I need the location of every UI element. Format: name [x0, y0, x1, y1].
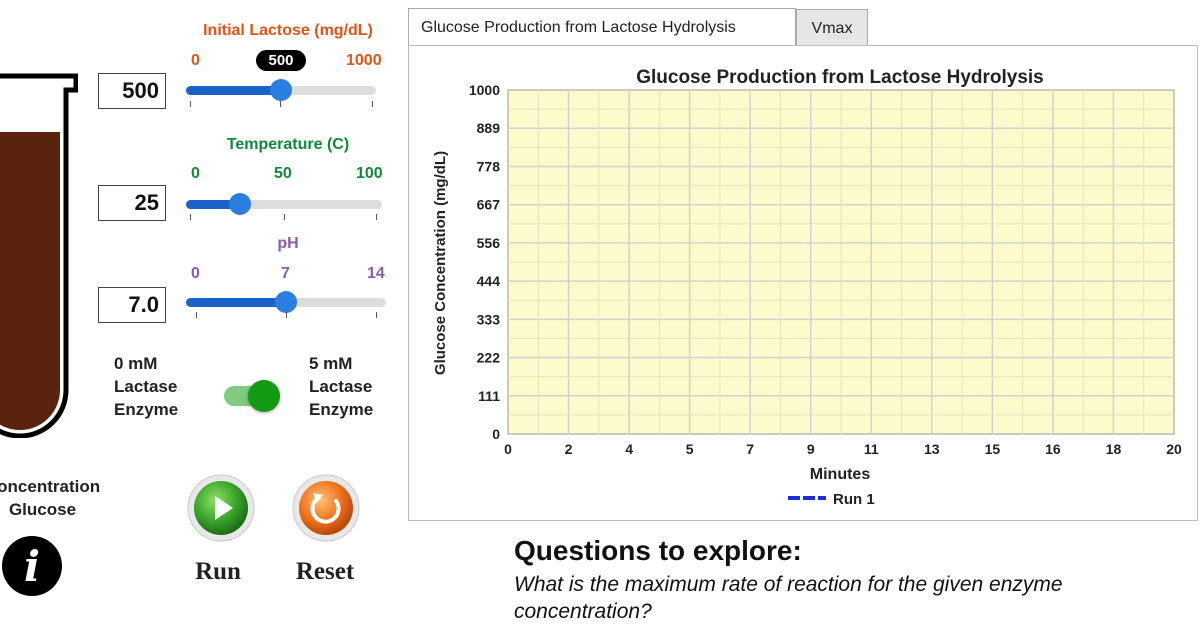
reset-button[interactable] — [291, 473, 361, 543]
lactose-tick — [280, 101, 281, 107]
y-tick-label: 333 — [477, 311, 501, 327]
y-axis-ticks: 0 111 222 333 444 556 667 778 889 1000 — [469, 82, 500, 442]
y-tick-label: 0 — [492, 426, 500, 442]
lactose-tick — [372, 101, 373, 107]
ph-tick — [286, 312, 287, 318]
chart-title: Glucose Production from Lactose Hydrolys… — [636, 67, 1044, 88]
questions-title: Questions to explore: — [514, 535, 802, 566]
temperature-slider-thumb[interactable] — [229, 193, 251, 215]
x-tick-label: 9 — [807, 441, 815, 457]
y-tick-label: 111 — [478, 388, 500, 404]
glucose-chart: Glucose Production from Lactose Hydrolys… — [432, 67, 1182, 508]
temperature-slider-title: Temperature (C) — [226, 136, 350, 153]
toggle-right-label: 5 mM Lactase Enzyme — [309, 352, 373, 421]
toggle-left-line1: 0 mM — [114, 354, 158, 373]
lactose-tick — [190, 101, 191, 107]
enzyme-toggle-knob[interactable] — [248, 380, 280, 412]
ph-slider-fill — [186, 298, 286, 307]
x-tick-label: 4 — [625, 441, 633, 457]
x-tick-label: 5 — [686, 441, 694, 457]
temperature-tick — [190, 214, 191, 220]
temperature-min-label: 0 — [191, 165, 200, 182]
run-label[interactable]: Run — [168, 558, 268, 586]
y-tick-label: 556 — [477, 235, 501, 251]
x-tick-label: 0 — [504, 441, 512, 457]
toggle-left-line3: Enzyme — [114, 400, 179, 419]
lactose-min-label: 0 — [191, 52, 200, 69]
toggle-left-label: 0 mM Lactase Enzyme — [114, 352, 178, 421]
x-tick-label: 2 — [565, 441, 573, 457]
lactose-value-input[interactable]: 500 — [98, 73, 166, 109]
tube-label-line1: Concentration — [0, 477, 101, 496]
y-tick-label: 667 — [477, 197, 501, 213]
test-tube — [0, 73, 78, 438]
tab-vmax[interactable]: Vmax — [796, 9, 868, 47]
ph-slider-thumb[interactable] — [275, 291, 297, 313]
y-tick-label: 889 — [477, 120, 501, 136]
x-axis-label: Minutes — [810, 466, 871, 483]
y-tick-label: 778 — [477, 158, 501, 174]
tube-label-line2: Glucose — [8, 500, 77, 519]
ph-mid-label: 7 — [281, 265, 290, 282]
run-button[interactable] — [186, 473, 256, 543]
temperature-value-input[interactable]: 25 — [98, 185, 166, 221]
legend-label-run-1: Run 1 — [833, 491, 875, 508]
temperature-tick — [376, 214, 377, 220]
legend: Run 1 — [788, 491, 875, 508]
ph-max-label: 14 — [367, 265, 385, 282]
y-tick-label: 222 — [477, 350, 501, 366]
temperature-mid-label: 50 — [274, 165, 292, 182]
toggle-right-line2: Lactase — [309, 377, 373, 396]
lactose-max-label: 1000 — [346, 52, 382, 69]
lactose-value-bubble: 500 — [256, 50, 306, 71]
x-tick-label: 20 — [1166, 441, 1182, 457]
toggle-right-line3: Enzyme — [309, 400, 374, 419]
y-tick-label: 444 — [477, 273, 501, 289]
info-icon[interactable]: i — [2, 536, 62, 596]
ph-tick — [196, 312, 197, 318]
reset-label[interactable]: Reset — [275, 558, 375, 586]
ph-tick — [376, 312, 377, 318]
toggle-left-line2: Lactase — [114, 377, 178, 396]
x-tick-label: 11 — [864, 441, 879, 457]
x-axis-ticks: 0 2 4 5 7 9 11 13 15 16 18 20 — [504, 441, 1182, 457]
tube-liquid — [0, 132, 60, 430]
y-tick-label: 1000 — [469, 82, 500, 98]
ph-slider-title: pH — [277, 235, 299, 252]
toggle-right-line1: 5 mM — [309, 354, 353, 373]
ph-value-input[interactable]: 7.0 — [98, 287, 166, 323]
x-tick-label: 13 — [924, 441, 940, 457]
y-axis-label: Glucose Concentration (mg/dL) — [432, 151, 449, 375]
x-tick-label: 18 — [1106, 441, 1122, 457]
x-tick-label: 7 — [746, 441, 754, 457]
temperature-tick — [284, 214, 285, 220]
questions-text: What is the maximum rate of reaction for… — [514, 573, 1063, 623]
lactose-slider-title: Initial Lactose (mg/dL) — [203, 22, 373, 39]
x-tick-label: 15 — [985, 441, 1001, 457]
temperature-max-label: 100 — [356, 165, 383, 182]
ph-min-label: 0 — [191, 265, 200, 282]
x-tick-label: 16 — [1045, 441, 1061, 457]
lactose-slider-thumb[interactable] — [270, 79, 292, 101]
tab-glucose-production[interactable]: Glucose Production from Lactose Hydrolys… — [408, 8, 796, 46]
lactose-slider-fill — [186, 86, 281, 95]
